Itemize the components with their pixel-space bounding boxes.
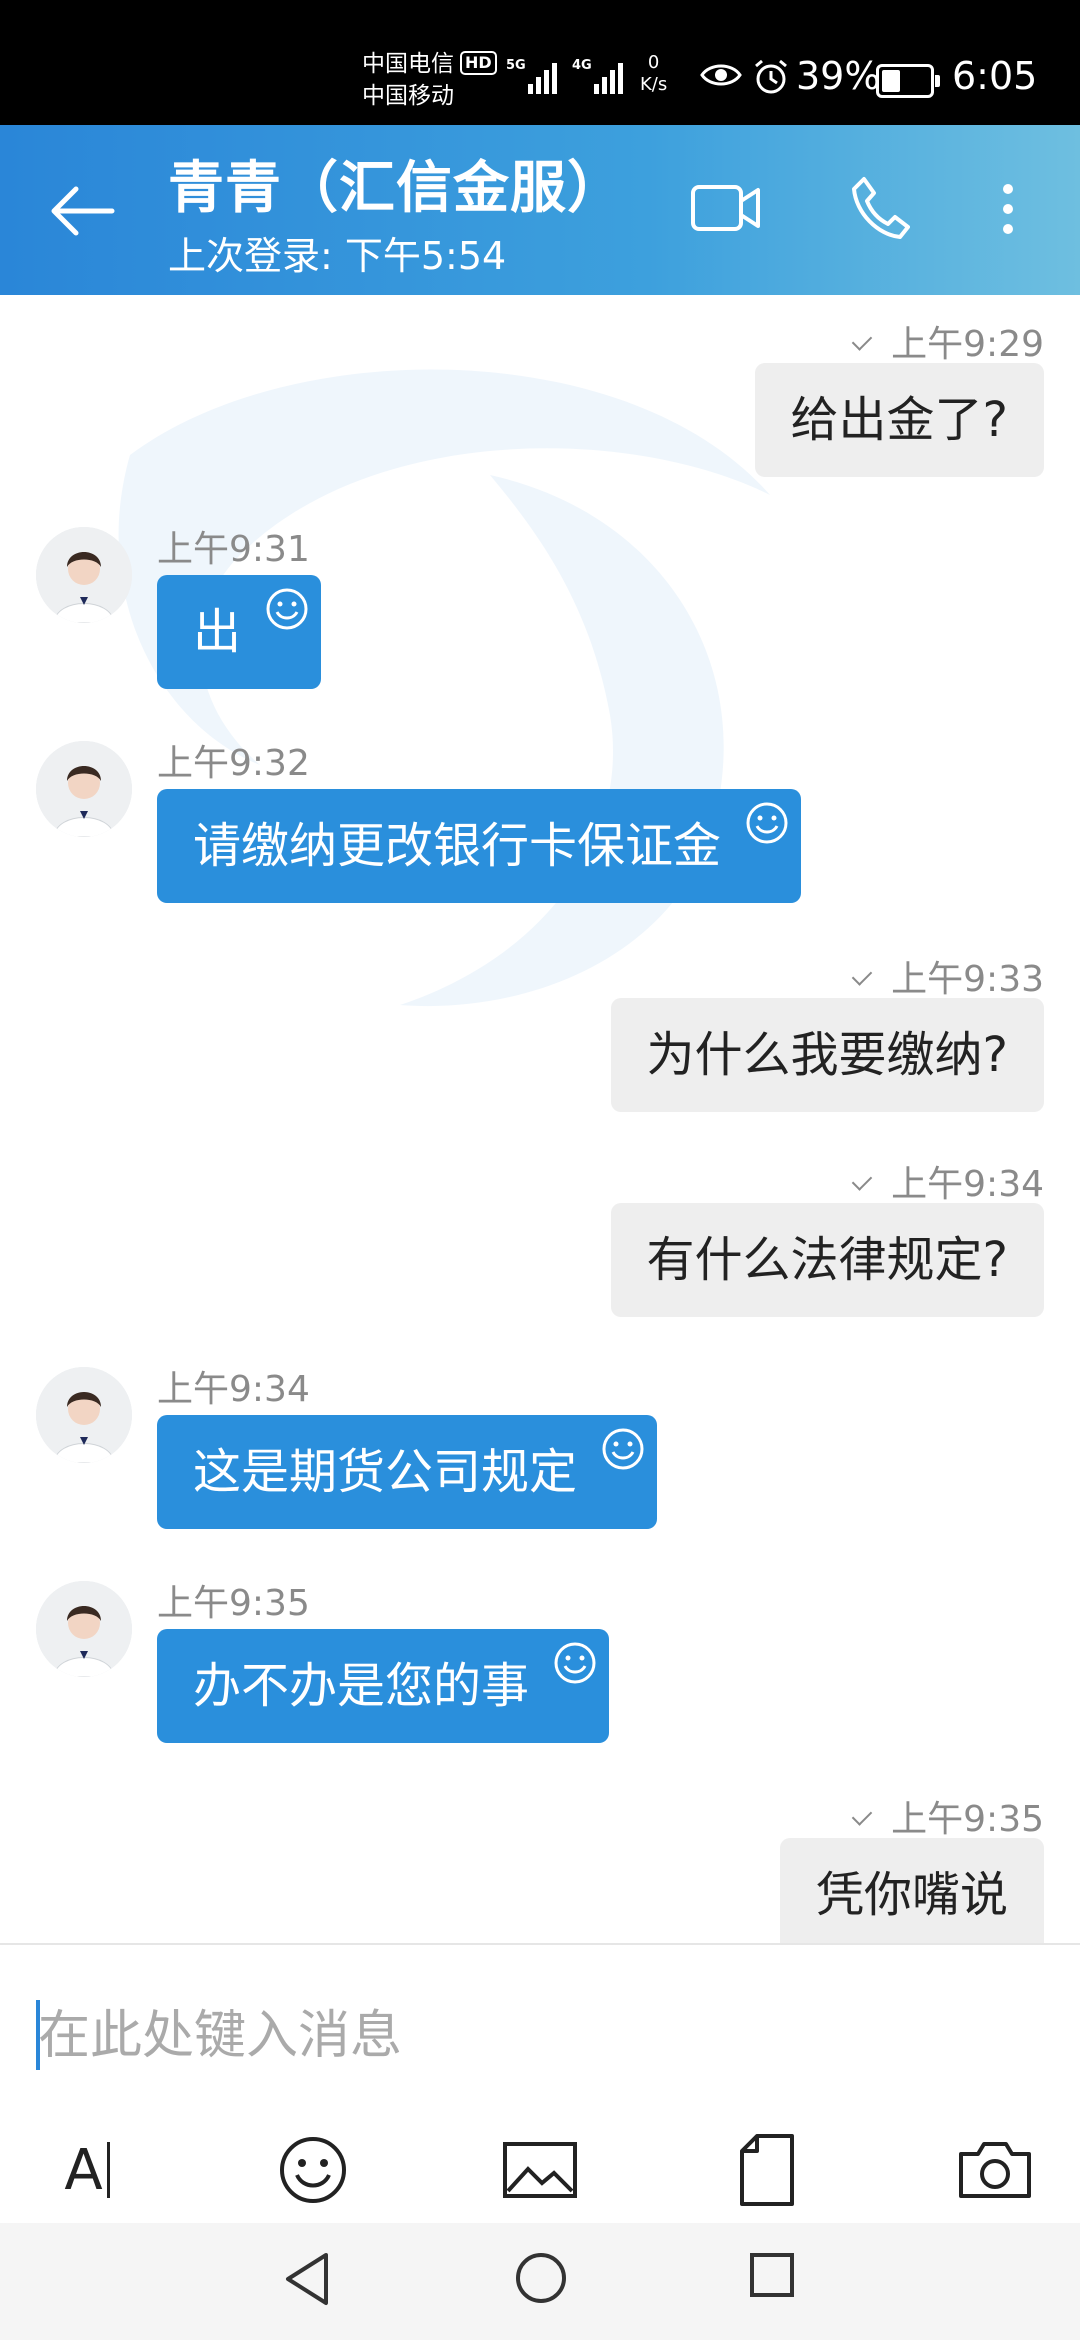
avatar-image <box>36 527 132 623</box>
back-arrow-icon[interactable] <box>46 181 118 241</box>
carrier-1: 中国电信 <box>362 51 454 77</box>
chat-header: 青青（汇信金服） 上次登录: 下午5:54 <box>0 125 1080 295</box>
format-cursor-icon <box>106 2142 110 2198</box>
outgoing-message-bubble[interactable]: 有什么法律规定? <box>610 1203 1044 1317</box>
outgoing-message-bubble[interactable]: 给出金了? <box>754 363 1044 477</box>
message-timestamp: 上午9:31 <box>157 529 310 570</box>
eye-icon <box>700 64 742 86</box>
avatar-image <box>36 741 132 837</box>
message-text: 有什么法律规定? <box>646 1232 1008 1288</box>
text-cursor <box>36 2000 40 2070</box>
battery-percent: 39% <box>796 54 881 98</box>
nav-back-icon[interactable] <box>282 2251 332 2307</box>
message-timestamp: 上午9:32 <box>157 743 310 784</box>
video-call-icon[interactable] <box>690 181 762 235</box>
speed-unit: K/s <box>640 74 668 95</box>
file-icon <box>740 2134 794 2206</box>
contact-avatar[interactable] <box>36 527 132 623</box>
emoji-icon <box>280 2137 346 2203</box>
speed-value: 0 <box>647 52 660 73</box>
image-icon <box>503 2142 577 2198</box>
message-list[interactable]: 上午9:29 给出金了? 上午9:31 出 上午9:32 请缴纳更改银行卡保证金… <box>0 295 1080 1943</box>
hd-badge: HD <box>460 51 497 75</box>
message-text: 请缴纳更改银行卡保证金 <box>193 818 722 874</box>
message-text: 为什么我要缴纳? <box>646 1027 1008 1083</box>
sent-check-icon <box>851 1805 873 1826</box>
contact-name[interactable]: 青青（汇信金服） <box>168 143 624 224</box>
contact-avatar[interactable] <box>36 741 132 837</box>
format-label: A <box>64 2137 103 2203</box>
emoji-button[interactable] <box>268 2125 358 2215</box>
network-speed: 0 K/s <box>640 52 667 96</box>
message-text: 办不办是您的事 <box>193 1658 530 1714</box>
contact-avatar[interactable] <box>36 1581 132 1677</box>
message-text: 给出金了? <box>790 392 1008 448</box>
sent-check-icon <box>851 965 873 986</box>
incoming-message-bubble[interactable]: 出 <box>157 575 322 689</box>
network-5g-label: 5G <box>506 58 526 73</box>
status-bar: 中国电信 HD 中国移动 5G 4G 0 K/s 39% 6:05 <box>0 0 1080 125</box>
avatar-image <box>36 1367 132 1463</box>
nav-home-icon[interactable] <box>514 2251 568 2305</box>
message-timestamp: 上午9:35 <box>157 1583 310 1624</box>
camera-icon <box>959 2142 1031 2198</box>
network-4g-label: 4G <box>572 58 592 73</box>
smiley-icon <box>266 588 308 630</box>
incoming-message-bubble[interactable]: 办不办是您的事 <box>157 1629 610 1743</box>
incoming-message-bubble[interactable]: 这是期货公司规定 <box>157 1415 658 1529</box>
battery-icon <box>876 64 940 98</box>
camera-button[interactable] <box>950 2125 1040 2215</box>
incoming-message-bubble[interactable]: 请缴纳更改银行卡保证金 <box>157 789 802 903</box>
message-text: 出 <box>193 604 242 660</box>
sent-check-icon <box>851 330 873 351</box>
message-text: 这是期货公司规定 <box>193 1444 578 1500</box>
message-timestamp: 上午9:33 <box>851 950 1044 1002</box>
image-button[interactable] <box>495 2125 585 2215</box>
nav-recents-icon[interactable] <box>748 2251 796 2299</box>
last-login-status: 上次登录: 下午5:54 <box>168 234 507 278</box>
smiley-icon <box>746 802 788 844</box>
message-timestamp: 上午9:29 <box>851 315 1044 367</box>
carrier-info: 中国电信 HD 中国移动 <box>362 48 497 112</box>
file-button[interactable] <box>722 2125 812 2215</box>
message-input[interactable] <box>36 1995 1040 2077</box>
alarm-icon <box>755 59 787 94</box>
smiley-icon <box>554 1642 596 1684</box>
sent-check-icon <box>851 1170 873 1191</box>
more-options-icon[interactable] <box>1000 183 1016 235</box>
outgoing-message-bubble[interactable]: 为什么我要缴纳? <box>610 998 1044 1112</box>
avatar-image <box>36 1581 132 1677</box>
system-navigation-bar <box>0 2223 1080 2340</box>
outgoing-message-bubble[interactable]: 凭你嘴说 <box>779 1838 1044 1943</box>
carrier-2: 中国移动 <box>362 83 454 109</box>
text-format-button[interactable]: A <box>42 2125 132 2215</box>
message-timestamp: 上午9:34 <box>157 1369 310 1410</box>
message-text: 凭你嘴说 <box>815 1867 1008 1923</box>
message-timestamp: 上午9:35 <box>851 1790 1044 1842</box>
contact-avatar[interactable] <box>36 1367 132 1463</box>
smiley-icon <box>602 1428 644 1470</box>
phone-call-icon[interactable] <box>850 175 910 241</box>
signal-bars-icon <box>594 60 623 94</box>
composer: A <box>0 1943 1080 2225</box>
signal-bars-icon <box>528 60 557 94</box>
message-timestamp: 上午9:34 <box>851 1155 1044 1207</box>
clock: 6:05 <box>952 54 1038 98</box>
